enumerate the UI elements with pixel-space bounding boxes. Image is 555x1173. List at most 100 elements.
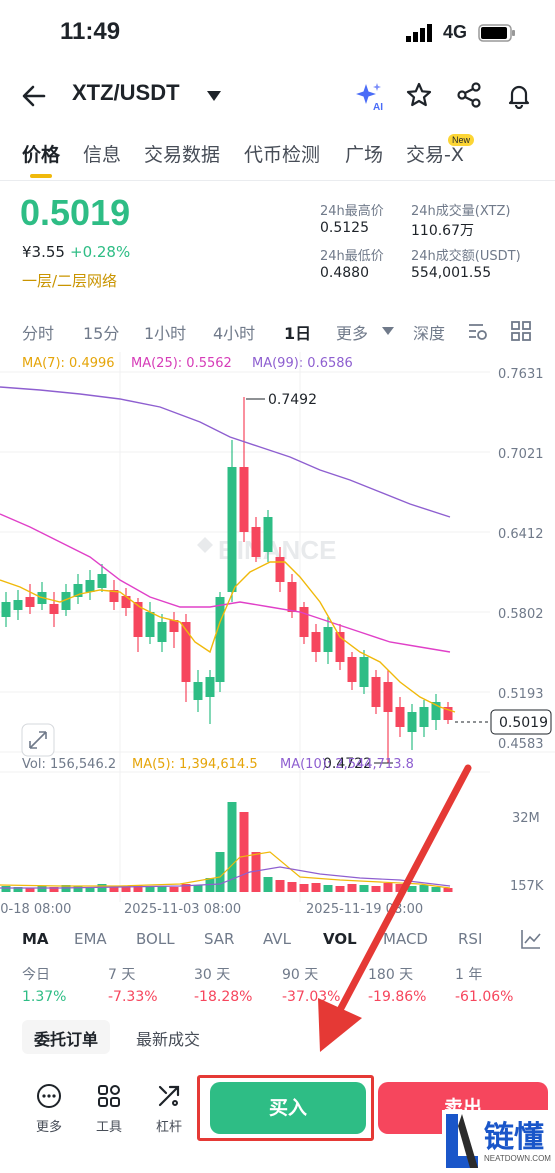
volume-bar — [169, 887, 179, 892]
pair-title[interactable]: XTZ/USDT — [72, 80, 180, 106]
tab-info[interactable]: 信息 — [83, 140, 121, 167]
candle-body — [359, 657, 369, 687]
site-url: NEATDOWN.COM — [484, 1154, 551, 1163]
site-logo-icon — [446, 1114, 478, 1168]
perf-label: 今日 — [22, 967, 50, 983]
y-tick: 0.5193 — [498, 687, 544, 702]
favorite-star-icon[interactable] — [405, 81, 433, 109]
vol-tick: 157K — [510, 879, 544, 894]
candle-body — [263, 517, 273, 552]
network-tag[interactable]: 一层/二层网络 — [22, 270, 117, 291]
vol-usdt-label: 24h成交额(USDT) — [411, 249, 521, 264]
vol-xtz-value: 110.67万 — [411, 223, 474, 239]
tab-token-check[interactable]: 代币检测 — [244, 140, 320, 167]
tab-price[interactable]: 价格 — [22, 140, 60, 167]
tools-grid-icon — [98, 1085, 120, 1107]
indicator-chart-icon[interactable] — [520, 928, 542, 950]
candle-body — [227, 467, 237, 592]
candle-body — [25, 597, 35, 607]
svg-text:AI: AI — [373, 102, 383, 112]
candle-body — [383, 682, 393, 712]
ind-avl[interactable]: AVL — [263, 930, 291, 948]
ind-ma[interactable]: MA — [22, 930, 49, 948]
battery-icon — [478, 24, 515, 42]
candle-body — [193, 682, 203, 700]
leverage-tool[interactable]: 杠杆 — [144, 1082, 194, 1135]
perf-value: -7.33% — [108, 989, 158, 1005]
ai-sparkle-icon[interactable]: AI — [354, 80, 386, 112]
bell-icon[interactable] — [505, 81, 533, 109]
divider — [0, 180, 555, 181]
volume-bar — [193, 885, 203, 892]
interval-4h[interactable]: 4小时 — [213, 320, 255, 344]
ind-sar[interactable]: SAR — [204, 930, 234, 948]
tab-latest-trades[interactable]: 最新成交 — [124, 1020, 212, 1054]
tab-trade-data[interactable]: 交易数据 — [144, 140, 220, 167]
volume-bar — [275, 880, 285, 892]
more-caret-icon[interactable] — [382, 327, 394, 335]
candle-body — [49, 604, 59, 614]
candle-body — [97, 574, 107, 588]
low-value: 0.4880 — [320, 265, 369, 281]
low-label: 24h最低价 — [320, 249, 384, 264]
back-arrow-icon[interactable] — [20, 82, 48, 110]
tab-open-orders[interactable]: 委托订单 — [22, 1020, 111, 1054]
x-tick: 2025-11-03 08:00 — [124, 902, 241, 917]
volume-bar — [145, 887, 155, 892]
signal-icon — [406, 24, 432, 42]
interval-1h[interactable]: 1小时 — [144, 320, 186, 344]
candle-body — [145, 612, 155, 637]
ind-ema[interactable]: EMA — [74, 930, 107, 948]
volume-bar — [215, 852, 225, 892]
ind-boll[interactable]: BOLL — [136, 930, 175, 948]
candle-body — [287, 582, 297, 612]
x-tick: 10-18 08:00 — [0, 902, 71, 917]
more-tool[interactable]: 更多 — [24, 1082, 74, 1135]
more-label: 更多 — [35, 1120, 62, 1135]
candle-body — [371, 677, 381, 707]
perf-value: -18.28% — [194, 989, 253, 1005]
candle-body — [239, 467, 249, 532]
interval-1d[interactable]: 1日 — [284, 320, 311, 344]
candle-body — [121, 596, 131, 608]
expand-icon — [21, 723, 55, 757]
volume-bar — [239, 812, 249, 892]
high-label: 24h最高价 — [320, 204, 384, 219]
share-icon[interactable] — [455, 81, 483, 109]
interval-selector: 分时 15分 1小时 4小时 1日 更多 深度 — [0, 312, 555, 348]
candle-body — [157, 622, 167, 642]
volume-bar — [73, 886, 83, 892]
main-tabs: 价格 信息 交易数据 代币检测 广场 交易-X New — [0, 134, 555, 180]
candle-body — [395, 707, 405, 727]
y-tick: 0.4583 — [498, 737, 544, 752]
leverage-label: 杠杆 — [155, 1120, 182, 1135]
y-tick: 0.5802 — [498, 607, 544, 622]
candle-body — [419, 707, 429, 727]
layout-grid-icon[interactable] — [510, 320, 532, 342]
volume-bar — [97, 884, 107, 892]
interval-depth[interactable]: 深度 — [413, 320, 445, 344]
caret-down-icon[interactable] — [206, 90, 222, 102]
chart-settings-icon[interactable] — [466, 320, 488, 342]
network-type: 4G — [443, 22, 468, 42]
candle-body — [251, 527, 261, 557]
candle-body — [13, 600, 23, 610]
interval-more[interactable]: 更多 — [336, 320, 368, 344]
vol-legend: Vol: 156,546.2 — [22, 757, 116, 772]
chart-high-label: 0.7492 — [268, 392, 317, 408]
interval-15m[interactable]: 15分 — [83, 320, 119, 344]
volume-bar — [263, 877, 273, 892]
vol-tick: 32M — [512, 811, 540, 826]
interval-line[interactable]: 分时 — [22, 320, 54, 344]
tab-square[interactable]: 广场 — [345, 140, 383, 167]
buy-highlight-box — [197, 1075, 374, 1141]
y-tick: 0.7631 — [498, 367, 544, 382]
candle-body — [85, 580, 95, 592]
candle-body — [347, 657, 357, 682]
candle-body — [323, 627, 333, 652]
price-change: +0.28% — [70, 243, 131, 261]
candle-body — [275, 557, 285, 582]
candle-body — [1, 602, 11, 617]
volume-bar — [37, 886, 47, 892]
tools-tool[interactable]: 工具 — [84, 1082, 134, 1135]
